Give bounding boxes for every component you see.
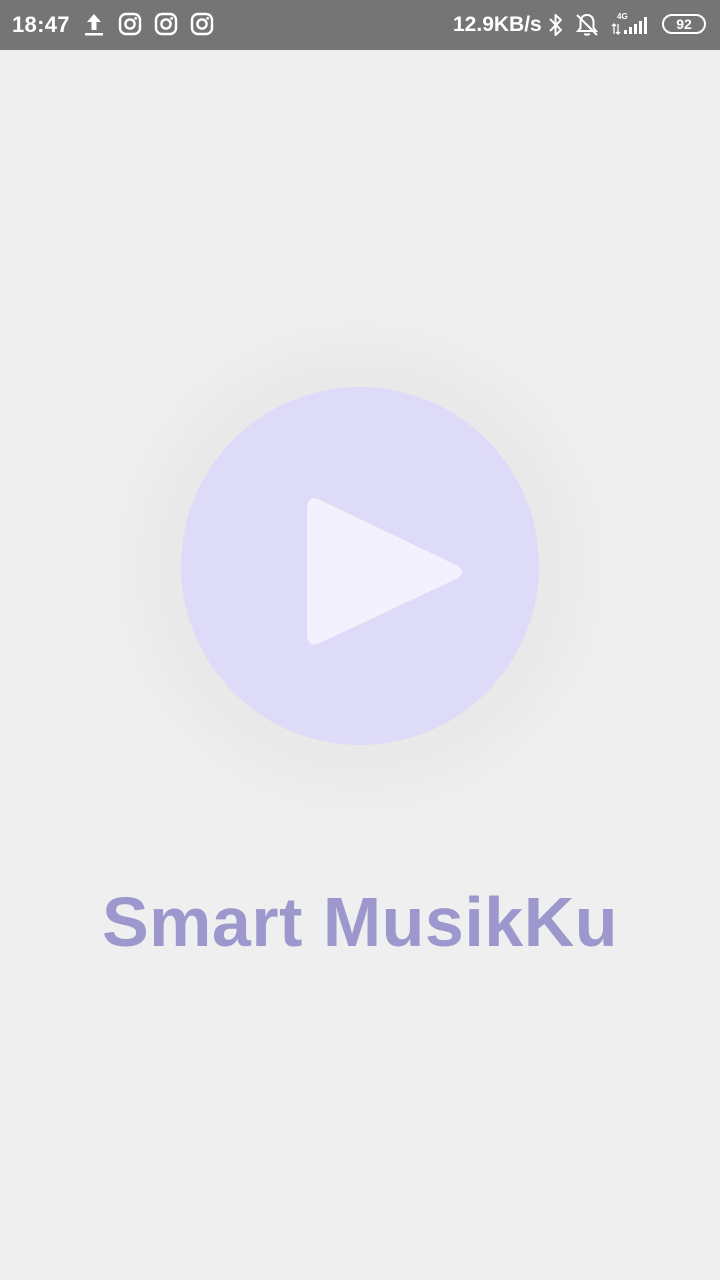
app-title: Smart MusikKu <box>101 883 619 961</box>
instagram-icon <box>154 12 178 41</box>
network-speed: 12.9KB/s <box>453 13 542 36</box>
bluetooth-icon <box>547 12 565 43</box>
notifications-off-icon <box>574 12 600 43</box>
status-bar: 18:47 12.9KB/s 4G 92 <box>0 0 720 50</box>
battery-icon: 92 <box>662 14 706 34</box>
battery-level: 92 <box>676 16 692 32</box>
splash-screen: Smart MusikKu <box>0 50 720 1280</box>
upload-icon <box>84 12 104 43</box>
status-time: 18:47 <box>12 12 70 37</box>
network-type-label: 4G <box>617 12 628 21</box>
signal-icon: 4G <box>610 10 654 43</box>
play-button[interactable] <box>181 387 539 745</box>
play-icon <box>307 498 462 645</box>
instagram-icon <box>118 12 142 41</box>
instagram-icon <box>190 12 214 41</box>
